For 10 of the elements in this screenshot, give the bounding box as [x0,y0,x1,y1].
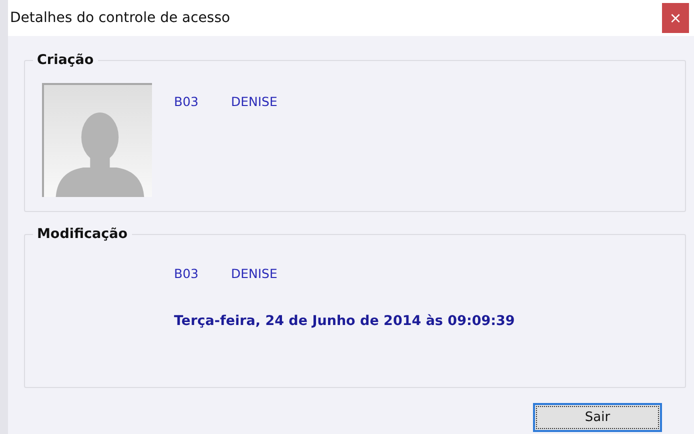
modification-date: Terça-feira, 24 de Junho de 2014 às 09:09:39 [174,312,516,331]
window-title: Detalhes do controle de acesso [10,8,230,28]
group-title: Modificação [33,225,132,243]
exit-button[interactable]: Sair [533,403,662,432]
user-name: DENISE [231,265,278,283]
user-name: DENISE [231,93,278,111]
user-code: B03 [174,93,200,111]
group-title: Criação [33,51,98,69]
user-code: B03 [174,265,200,283]
close-button[interactable]: × [662,3,689,33]
